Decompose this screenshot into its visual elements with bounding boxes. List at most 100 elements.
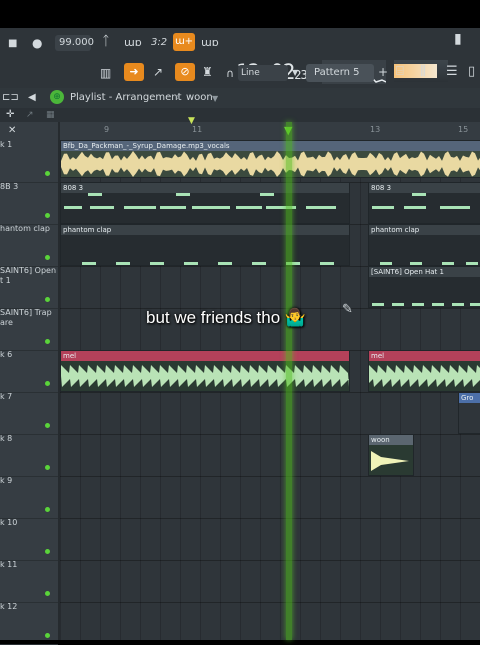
- track-name: k 12: [0, 602, 18, 611]
- note-block: [412, 303, 424, 306]
- track-header[interactable]: k 6: [0, 350, 58, 393]
- arrangement-name[interactable]: woon: [186, 91, 213, 105]
- tempo-box[interactable]: 99.000: [55, 35, 94, 51]
- close-icon[interactable]: ✕: [8, 124, 16, 138]
- woon-waveform: [371, 451, 409, 471]
- audio-clip-vocals[interactable]: Bfb_Da_Packman_-_Syrup_Damage.mp3_vocals: [60, 140, 480, 178]
- audio-clip-woon[interactable]: woon: [368, 434, 414, 476]
- speaker-icon[interactable]: ◀: [28, 91, 36, 105]
- clip-label: [SAINT6] Open Hat 1: [369, 267, 480, 277]
- ruler-tick: 13: [370, 125, 381, 134]
- track-header[interactable]: k 10: [0, 518, 58, 561]
- playlist-titlebar: ⊏⊐ ◀ ⊕ Playlist - Arrangement › woon ▼: [0, 88, 480, 109]
- audio-clip-gro[interactable]: Gro: [458, 392, 480, 434]
- track-led-icon[interactable]: [45, 255, 50, 260]
- mixer-icon[interactable]: ⫼: [420, 65, 426, 79]
- note-block: [452, 303, 464, 306]
- track-led-icon[interactable]: [45, 171, 50, 176]
- track-header[interactable]: hantom clap: [0, 224, 58, 267]
- track-header[interactable]: SAINT6] Open t 1: [0, 266, 58, 309]
- track-name: hantom clap: [0, 224, 51, 233]
- pattern-mode[interactable]: 3:2: [151, 36, 167, 50]
- track-header[interactable]: k 1: [0, 140, 58, 183]
- loop-marker-icon[interactable]: ▼: [188, 116, 195, 126]
- video-caption: but we friends tho 🤷‍♂️: [146, 308, 307, 327]
- clip-label: phantom clap: [369, 225, 480, 235]
- audio-clip-mel[interactable]: mel: [60, 350, 350, 392]
- blend-icon[interactable]: ɯɒ: [201, 36, 219, 50]
- playlist-arrow-icon[interactable]: ➜: [124, 63, 144, 81]
- note-block: [64, 206, 82, 209]
- stop-icon[interactable]: ■: [8, 37, 17, 51]
- pattern-clip-808[interactable]: 808 3: [60, 182, 350, 224]
- stamp-icon[interactable]: ♜: [202, 65, 213, 79]
- pattern-clip-openhat[interactable]: [SAINT6] Open Hat 1: [368, 266, 480, 308]
- track-led-icon[interactable]: [45, 297, 50, 302]
- snap-select[interactable]: Line: [238, 65, 288, 81]
- wait-icon[interactable]: ɯɒ: [124, 36, 142, 50]
- track-header[interactable]: k 9: [0, 476, 58, 519]
- clip-label: 808 3: [369, 183, 480, 193]
- note-block: [432, 303, 444, 306]
- audio-clip-mel[interactable]: mel: [368, 350, 480, 392]
- clip-label: Gro: [459, 393, 480, 403]
- note-block: [470, 303, 480, 306]
- add-pattern-icon[interactable]: +: [378, 65, 388, 79]
- note-block: [404, 206, 426, 209]
- track-header[interactable]: 8B 3: [0, 182, 58, 225]
- playlist-subtoolbar: ✛ ↗ ▦: [0, 108, 480, 122]
- pattern-clip-clap[interactable]: phantom clap: [368, 224, 480, 266]
- track-led-icon[interactable]: [45, 465, 50, 470]
- ruler-tick: 11: [192, 125, 203, 134]
- snap-dropdown-icon[interactable]: ▼: [292, 66, 298, 80]
- track-header[interactable]: k 7: [0, 392, 58, 435]
- top-black-bar: [0, 0, 480, 28]
- track-name: k 6: [0, 350, 13, 359]
- menu-icon[interactable]: ⊏⊐: [2, 91, 19, 105]
- note-block: [372, 303, 384, 306]
- main-toolbar: ■ ● 99.000 ᛏ ɯɒ 3:2 ɯ+ ɯɒ 12:0223 ▮ ▥ ➜ …: [0, 28, 480, 89]
- track-led-icon[interactable]: [45, 381, 50, 386]
- piano-icon[interactable]: ▥: [100, 66, 111, 80]
- plugin-icon[interactable]: ▯: [468, 65, 475, 79]
- note-block: [440, 206, 470, 209]
- playlist-title: Playlist - Arrangement: [70, 92, 182, 103]
- pattern-clip-clap[interactable]: phantom clap: [60, 224, 350, 266]
- track-header[interactable]: k 11: [0, 560, 58, 603]
- track-header[interactable]: k 12: [0, 602, 58, 645]
- track-header[interactable]: SAINT6] Trap are: [0, 308, 58, 351]
- track-led-icon[interactable]: [45, 591, 50, 596]
- track-led-icon[interactable]: [45, 213, 50, 218]
- step-edit-icon[interactable]: ɯ+: [173, 33, 195, 51]
- title-separator: ›: [176, 92, 180, 103]
- clip-label: phantom clap: [61, 225, 349, 235]
- note-block: [218, 262, 232, 265]
- grid-tool-icon[interactable]: ▦: [46, 108, 55, 122]
- record-icon[interactable]: ●: [32, 36, 42, 50]
- channel-rack-icon[interactable]: ⌸: [396, 65, 404, 79]
- tool-icon[interactable]: ↗: [26, 108, 34, 122]
- note-block: [260, 193, 274, 196]
- browser-icon[interactable]: ☰: [446, 65, 458, 79]
- note-block: [320, 262, 334, 265]
- track-led-icon[interactable]: [45, 507, 50, 512]
- arrangement-dropdown-icon[interactable]: ▼: [212, 92, 218, 106]
- track-led-icon[interactable]: [45, 633, 50, 638]
- note-block: [380, 262, 392, 265]
- note-block: [410, 262, 422, 265]
- track-led-icon[interactable]: [45, 549, 50, 554]
- note-block: [372, 206, 394, 209]
- track-led-icon[interactable]: [45, 339, 50, 344]
- magnet-icon[interactable]: ∩: [226, 67, 234, 81]
- metronome-icon[interactable]: ᛏ: [102, 35, 110, 49]
- mel-waveform: [369, 365, 480, 387]
- track-led-icon[interactable]: [45, 423, 50, 428]
- link-icon[interactable]: ⊘: [175, 63, 195, 81]
- pattern-select[interactable]: Pattern 5: [306, 64, 374, 82]
- note-block: [90, 206, 114, 209]
- cursor-icon[interactable]: ✛: [6, 108, 14, 122]
- track-header[interactable]: k 8: [0, 434, 58, 477]
- brush-icon[interactable]: ↗: [153, 65, 163, 79]
- timeline-ruler[interactable]: 9 11 13 15 ▼ ▼: [60, 116, 480, 141]
- pattern-clip-808[interactable]: 808 3: [368, 182, 480, 224]
